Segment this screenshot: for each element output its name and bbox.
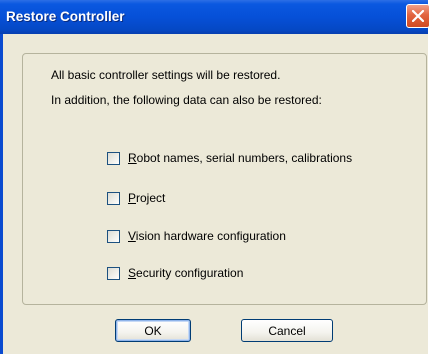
vision-hardware-checkbox[interactable] bbox=[107, 229, 120, 243]
close-button[interactable] bbox=[406, 4, 430, 28]
option-robot-names[interactable]: Robot names, serial numbers, calibration… bbox=[107, 150, 352, 166]
window-border bbox=[0, 34, 3, 354]
option-vision-hardware[interactable]: Vision hardware configuration bbox=[107, 228, 286, 244]
security-checkbox[interactable] bbox=[107, 266, 120, 280]
window-title: Restore Controller bbox=[6, 9, 125, 24]
cancel-button[interactable]: Cancel bbox=[241, 319, 333, 342]
security-label[interactable]: Security configuration bbox=[128, 266, 243, 280]
option-security[interactable]: Security configuration bbox=[107, 265, 243, 281]
option-project[interactable]: Project bbox=[107, 190, 165, 206]
project-checkbox[interactable] bbox=[107, 191, 120, 205]
project-label[interactable]: Project bbox=[128, 191, 165, 205]
robot-names-checkbox[interactable] bbox=[107, 151, 120, 165]
info-text-basic: All basic controller settings will be re… bbox=[51, 68, 281, 82]
restore-controller-dialog: Restore Controller All basic controller … bbox=[0, 0, 430, 354]
robot-names-label[interactable]: Robot names, serial numbers, calibration… bbox=[128, 151, 352, 165]
close-icon bbox=[412, 10, 424, 22]
vision-hardware-label[interactable]: Vision hardware configuration bbox=[128, 229, 286, 243]
ok-button[interactable]: OK bbox=[115, 319, 191, 342]
title-bar[interactable]: Restore Controller bbox=[0, 0, 430, 34]
info-text-additional: In addition, the following data can also… bbox=[51, 93, 322, 107]
options-group: All basic controller settings will be re… bbox=[22, 53, 427, 305]
